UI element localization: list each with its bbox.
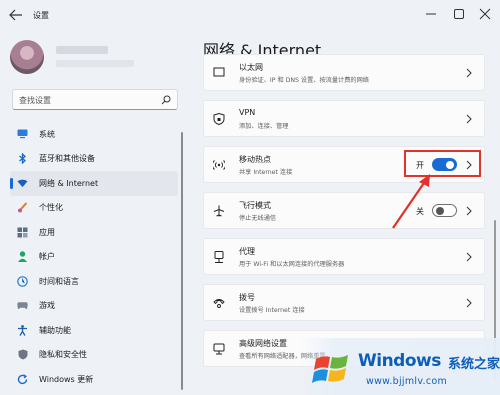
card-ethernet[interactable]: 以太网 身份验证、IP 和 DNS 设置、按流量计费的网络 — [203, 54, 485, 91]
sidebar-item-label: 游戏 — [39, 301, 55, 311]
title-bar: 设置 — [0, 0, 500, 30]
card-airplane-mode[interactable]: 飞行模式 停止无线通信 关 — [203, 192, 485, 229]
hotspot-icon — [213, 160, 225, 170]
person-icon — [17, 251, 28, 263]
sidebar-item-label: 个性化 — [39, 203, 63, 213]
sidebar-item-privacy[interactable]: 隐私和安全性 — [10, 343, 178, 368]
network-monitor-icon — [213, 343, 225, 355]
search-input[interactable]: 查找设置 — [19, 95, 51, 106]
wifi-icon — [17, 178, 28, 189]
maximize-icon[interactable] — [450, 6, 468, 22]
brush-icon — [17, 202, 28, 213]
watermark-url: www.bjjmlv.com — [366, 376, 448, 387]
chevron-right-icon — [466, 68, 472, 78]
card-subtitle: 身份验证、IP 和 DNS 设置、按流量计费的网络 — [239, 77, 369, 84]
avatar[interactable] — [10, 40, 44, 74]
search-box[interactable]: 查找设置 — [12, 89, 178, 110]
sidebar-item-bluetooth[interactable]: 蓝牙和其他设备 — [10, 147, 178, 172]
sidebar-item-gaming[interactable]: 游戏 — [10, 294, 178, 319]
card-title: 高级网络设置 — [239, 339, 287, 348]
sidebar-item-label: 蓝牙和其他设备 — [39, 154, 95, 164]
sidebar-scrollbar[interactable] — [181, 132, 183, 390]
card-subtitle: 共享 Internet 连接 — [239, 169, 293, 176]
tutorial-arrow-icon — [392, 174, 430, 229]
window-title: 设置 — [33, 11, 49, 20]
back-arrow-icon[interactable] — [8, 8, 24, 22]
sidebar-item-label: 辅助功能 — [39, 325, 71, 335]
card-title: 飞行模式 — [239, 201, 271, 210]
sidebar-item-system[interactable]: 系统 — [10, 122, 178, 147]
bluetooth-icon — [17, 153, 28, 165]
card-subtitle: 设置拨号 Internet 连接 — [239, 307, 305, 314]
card-dial-up[interactable]: 拨号 设置拨号 Internet 连接 — [203, 284, 485, 321]
sidebar-item-label: Windows 更新 — [39, 374, 94, 384]
globe-clock-icon — [17, 275, 28, 287]
card-subtitle: 用于 Wi-Fi 和以太网连接的代理服务器 — [239, 261, 345, 268]
sidebar-item-label: 网络 & Internet — [39, 178, 99, 188]
sidebar-item-label: 隐私和安全性 — [39, 350, 87, 360]
card-proxy[interactable]: 代理 用于 Wi-Fi 和以太网连接的代理服务器 — [203, 238, 485, 275]
sidebar-item-windows-update[interactable]: Windows 更新 — [10, 367, 178, 392]
close-icon[interactable] — [476, 6, 494, 22]
windows-logo-icon — [312, 355, 348, 383]
accessibility-icon — [17, 324, 28, 336]
chevron-right-icon — [466, 114, 472, 124]
active-indicator — [10, 178, 13, 189]
sidebar-item-accounts[interactable]: 帐户 — [10, 245, 178, 270]
sidebar-item-label: 时间和语言 — [39, 276, 79, 286]
card-vpn[interactable]: VPN 添加、连接、管理 — [203, 100, 485, 137]
user-email-blurred — [56, 60, 134, 67]
chevron-right-icon[interactable] — [466, 206, 472, 216]
update-icon — [17, 374, 28, 385]
user-name-blurred — [56, 46, 108, 54]
search-icon[interactable] — [161, 95, 171, 105]
apps-icon — [17, 227, 28, 238]
watermark-brand-cn: 系统之家 — [448, 357, 500, 372]
gamepad-icon — [17, 300, 28, 311]
card-subtitle: 添加、连接、管理 — [239, 123, 289, 130]
sidebar-item-label: 系统 — [39, 129, 55, 139]
chevron-right-icon — [466, 252, 472, 262]
sidebar-item-time-language[interactable]: 时间和语言 — [10, 269, 178, 294]
chevron-right-icon — [466, 298, 472, 308]
minimize-icon[interactable] — [422, 6, 440, 22]
sidebar-item-apps[interactable]: 应用 — [10, 220, 178, 245]
card-title: 拨号 — [239, 293, 255, 302]
airplane-icon — [213, 205, 225, 217]
sidebar-item-network[interactable]: 网络 & Internet — [10, 171, 178, 196]
monitor-icon — [17, 129, 28, 140]
ethernet-icon — [213, 67, 225, 77]
dial-up-icon — [213, 299, 225, 308]
sidebar-item-label: 应用 — [39, 227, 55, 237]
sidebar-item-accessibility[interactable]: 辅助功能 — [10, 318, 178, 343]
proxy-icon — [214, 251, 224, 263]
card-title: 代理 — [239, 247, 255, 256]
watermark: Windows 系统之家 www.bjjmlv.com — [300, 338, 500, 395]
vpn-shield-icon — [213, 113, 225, 125]
watermark-brand: Windows — [358, 351, 441, 371]
sidebar-item-label: 帐户 — [39, 252, 55, 262]
card-title: VPN — [239, 108, 256, 117]
card-subtitle: 停止无线通信 — [239, 215, 277, 222]
card-title: 移动热点 — [239, 155, 271, 164]
sidebar-item-personalization[interactable]: 个性化 — [10, 196, 178, 221]
sidebar-nav: 系统 蓝牙和其他设备 网络 & Internet 个性化 应用 帐户 时间和语言… — [10, 122, 178, 392]
card-title: 以太网 — [239, 63, 263, 72]
shield-icon — [17, 349, 28, 360]
